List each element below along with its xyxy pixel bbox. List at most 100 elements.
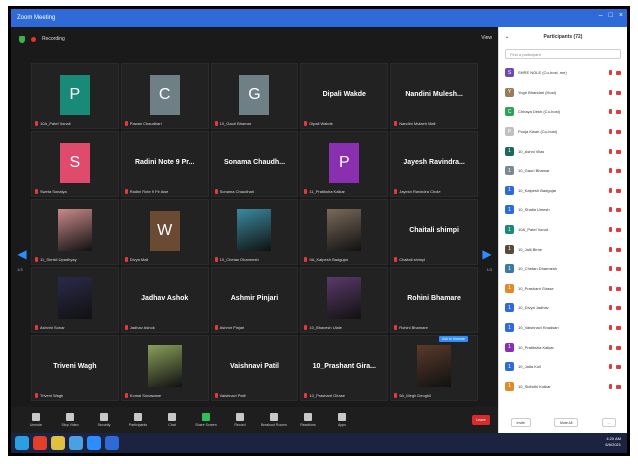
tile-name-bar: Nandini Mulaeh Mali <box>394 121 435 126</box>
participant-row[interactable]: 1 10A_Patel Vonali <box>499 220 627 240</box>
participant-status-icons <box>609 344 621 350</box>
window-title: Zoom Meeting <box>17 15 56 21</box>
muted-mic-icon <box>214 189 218 194</box>
minimize-icon[interactable]: – <box>599 12 603 19</box>
video-tile[interactable]: Ashmir Pinjari Ashmir Pinjari <box>210 267 299 333</box>
participant-row[interactable]: 1 10_Sidhdhi Kotkar <box>499 377 627 397</box>
video-tile[interactable]: P 10A_Patel Vonali <box>31 63 119 129</box>
ask-to-unmute-badge[interactable]: Ask to Unmute <box>439 336 468 342</box>
word-icon[interactable] <box>105 436 119 450</box>
participant-row[interactable]: P Pooja Kisan (Co-host) <box>499 122 627 142</box>
next-page-icon[interactable]: ▶ <box>482 242 492 266</box>
toolbar-breakout-rooms-button[interactable]: Breakout Rooms <box>257 413 291 427</box>
toolbar-participants-button[interactable]: Participants <box>121 413 155 427</box>
video-tile[interactable]: 10_Prashant Gira... 10_Prashant Girase <box>300 335 389 401</box>
video-tile[interactable]: Ashvini Sonar <box>31 267 119 333</box>
muted-mic-icon <box>35 325 38 330</box>
muted-mic-icon <box>609 109 612 115</box>
zoom-window: Zoom Meeting – □ × Recording View ◀ 1/3 … <box>8 6 630 456</box>
participant-row[interactable]: 1 10_Shaila Umesh <box>499 200 627 220</box>
toolbar-record-button[interactable]: Record <box>223 413 257 427</box>
tile-name-label: Nandini Mulaeh Mali <box>399 121 436 126</box>
video-tile[interactable]: P 11_Pratiksha Kalkar <box>300 131 389 197</box>
video-tile[interactable]: 10_Chetan Dharmesh <box>210 199 299 265</box>
close-icon[interactable]: × <box>619 12 623 19</box>
mute-all-button[interactable]: Mute All <box>553 418 579 427</box>
participant-row[interactable]: S SHRE NOLE (Co-host, me) <box>499 63 627 83</box>
muted-mic-icon <box>394 121 398 126</box>
chrome-icon[interactable] <box>33 436 47 450</box>
view-button[interactable]: View <box>481 35 492 41</box>
video-tile[interactable]: Nandini Mulesh... Nandini Mulaeh Mali <box>390 63 478 129</box>
tile-name-bar: 9A_Kalpesh Badgujar <box>304 257 348 262</box>
participant-row[interactable]: 1 10_Pratiksha Kalkar <box>499 337 627 357</box>
participant-row[interactable]: 1 10_Divya Jadhav <box>499 298 627 318</box>
files-icon[interactable] <box>51 436 65 450</box>
invite-button[interactable]: Invite <box>510 418 531 427</box>
maximize-icon[interactable]: □ <box>609 12 613 19</box>
video-tile[interactable]: Vaishnavi Patil Vaishnavi Patil <box>210 335 299 401</box>
video-tile[interactable]: Radini Note 9 Pr... Radini Rote 9 Fir Awe <box>120 131 209 197</box>
participant-display-name: Chaitali shimpi <box>409 226 459 234</box>
toolbar-unmute-button[interactable]: Unmute <box>19 413 53 427</box>
video-tile[interactable]: S Sweta Sonalya <box>31 131 119 197</box>
video-tile[interactable]: 9A_Kalpesh Badgujar <box>300 199 389 265</box>
tile-name-bar: 10_Gauri Bhamar <box>214 121 251 126</box>
muted-mic-icon <box>304 257 308 262</box>
video-tile[interactable]: C Pawan Chaudhari <box>120 63 209 129</box>
participant-row[interactable]: 1 10_Ashni Vilas <box>499 141 627 161</box>
recording-label: Recording <box>42 36 65 42</box>
start-icon[interactable] <box>15 436 29 450</box>
video-tile[interactable]: Chaitali shimpi Chaitali shimpi <box>390 199 478 265</box>
participant-row[interactable]: 1 10_Gauri Bhamar <box>499 161 627 181</box>
participant-row[interactable]: 1 10_Kalpesh Badgujar <box>499 181 627 201</box>
participant-row[interactable]: 1 10_Jalta Koli <box>499 357 627 377</box>
photos-icon[interactable] <box>69 436 83 450</box>
collapse-icon[interactable]: ⌄ <box>505 34 509 40</box>
previous-page-icon[interactable]: ◀ <box>17 242 27 266</box>
participant-row[interactable]: 1 10_Jalil Birne <box>499 239 627 259</box>
participant-row[interactable]: C Chhaya Dekh (Co-host) <box>499 102 627 122</box>
video-tile[interactable]: G 10_Gauri Bhamar <box>210 63 299 129</box>
video-tile[interactable]: Jayesh Ravindra... Jayesh Ravindra Chole <box>390 131 478 197</box>
video-tile[interactable]: Triveni Wagh Triveni Wagh <box>31 335 119 401</box>
video-tile[interactable]: Rohini Bhamare Rohini Bhamare <box>390 267 478 333</box>
tile-name-label: Chaitali shimpi <box>399 257 426 262</box>
share-screen-icon <box>202 413 210 421</box>
participant-row[interactable]: 1 10_Chetan Dharmesh <box>499 259 627 279</box>
toolbar-share-screen-button[interactable]: Share Screen <box>189 413 223 427</box>
participant-avatar: 1 <box>505 244 514 254</box>
tile-name-bar: Triveni Wagh <box>35 393 63 398</box>
video-tile[interactable]: Dipali Wakde Dipali Wakde <box>300 63 389 129</box>
video-tile[interactable]: W Divya Mali <box>120 199 209 265</box>
video-tile[interactable]: Jadhav Ashok Jadhav Ashok <box>120 267 209 333</box>
meeting-area: Recording View ◀ 1/3 ▶ 1/3 P 10A_Patel Vo… <box>11 27 498 407</box>
toolbar-reactions-button[interactable]: Reactions <box>291 413 325 427</box>
participant-video <box>417 345 452 388</box>
toolbar-stop-video-button[interactable]: Stop Video <box>53 413 87 427</box>
zoom-icon[interactable] <box>87 436 101 450</box>
video-tile[interactable]: 10_Bhavesh Ulale <box>300 267 389 333</box>
more-options-button[interactable]: ... <box>601 418 617 427</box>
video-tile[interactable]: 11_Shristi Upadhyay <box>31 199 119 265</box>
participant-row[interactable]: 1 10_Vaishnavi Khadsan <box>499 318 627 338</box>
toolbar-chat-button[interactable]: Chat <box>155 413 189 427</box>
participant-display-name: Jayesh Ravindra... <box>403 158 465 166</box>
video-tile[interactable]: Komal Sonawane <box>120 335 209 401</box>
participant-status-icons <box>609 70 621 76</box>
participant-row[interactable]: Y Yogir Bhandari (Host) <box>499 83 627 103</box>
video-off-icon <box>616 169 621 174</box>
participants-footer: Invite Mute All ... <box>499 418 627 427</box>
muted-mic-icon <box>35 189 38 194</box>
toolbar-apps-button[interactable]: Apps <box>325 413 359 427</box>
leave-button[interactable]: Leave <box>472 415 490 425</box>
video-off-icon <box>616 208 621 213</box>
participant-row[interactable]: 1 10_Prashant Girase <box>499 279 627 299</box>
video-tile[interactable]: Sonama Chaudh... Sonama Chaudhari <box>210 131 299 197</box>
participant-name: 10_Gauri Bhamar <box>518 168 550 174</box>
video-tile[interactable]: 9A_Megh Deoghil <box>390 335 478 401</box>
participant-search-input[interactable]: Find a participant <box>505 49 621 59</box>
tile-name-bar: Jayesh Ravindra Chole <box>394 189 441 194</box>
toolbar-security-button[interactable]: Security <box>87 413 121 427</box>
participant-display-name: Rohini Bhamare <box>407 294 461 302</box>
